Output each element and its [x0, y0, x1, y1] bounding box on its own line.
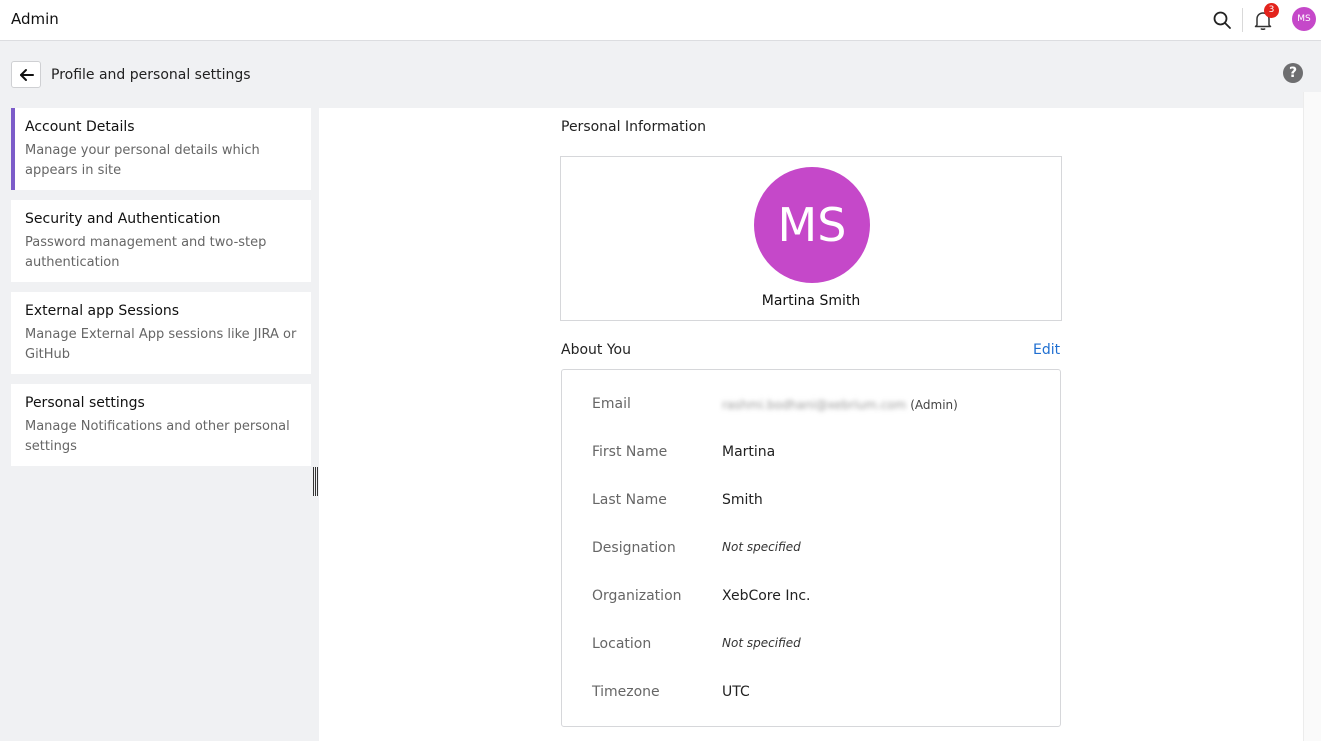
search-icon[interactable]	[1211, 9, 1233, 31]
designation-value: Not specified	[722, 540, 801, 554]
location-label: Location	[592, 636, 652, 652]
sidebar-item-title: External app Sessions	[25, 303, 180, 319]
about-card: Email rashmi.bodhani@xebrium.com (Admin) …	[561, 369, 1061, 727]
scrollbar[interactable]	[1303, 92, 1321, 741]
sidebar-item-description: Manage Notifications and other personal …	[25, 419, 290, 454]
first-name-label: First Name	[592, 444, 668, 460]
edit-link[interactable]: Edit	[1033, 342, 1060, 358]
sidebar-item-description: Manage your personal details which appea…	[25, 143, 260, 178]
sidebar-item-external-sessions[interactable]: External app Sessions Manage External Ap…	[11, 292, 311, 374]
email-value: rashmi.bodhani@xebrium.com (Admin)	[722, 397, 958, 413]
organization-value: XebCore Inc.	[722, 588, 811, 604]
profile-avatar: MS	[754, 167, 870, 283]
app-title: Admin	[11, 10, 59, 28]
profile-name: Martina Smith	[761, 293, 861, 309]
user-avatar[interactable]: MS	[1292, 7, 1316, 31]
header-divider	[1242, 8, 1243, 32]
help-icon[interactable]: ?	[1283, 63, 1303, 83]
timezone-label: Timezone	[592, 684, 660, 700]
page-title: Profile and personal settings	[51, 67, 251, 83]
sidebar-item-title: Account Details	[25, 119, 135, 135]
last-name-label: Last Name	[592, 492, 667, 508]
sidebar-item-description: Manage External App sessions like JIRA o…	[25, 327, 297, 362]
sidebar-item-personal-settings[interactable]: Personal settings Manage Notifications a…	[11, 384, 311, 466]
sidebar-item-title: Security and Authentication	[25, 211, 221, 227]
sidebar-item-title: Personal settings	[25, 395, 145, 411]
location-value: Not specified	[722, 636, 801, 650]
top-bar: Admin 3 MS	[0, 0, 1321, 41]
profile-card: MS Martina Smith	[560, 156, 1062, 321]
timezone-value: UTC	[722, 684, 750, 700]
last-name-value: Smith	[722, 492, 763, 508]
organization-label: Organization	[592, 588, 682, 604]
email-label: Email	[592, 396, 631, 412]
back-button[interactable]	[11, 61, 41, 88]
role-tag: (Admin)	[910, 398, 958, 412]
sidebar-item-account-details[interactable]: Account Details Manage your personal det…	[11, 108, 311, 190]
sidebar-item-security[interactable]: Security and Authentication Password man…	[11, 200, 311, 282]
arrow-left-icon	[20, 69, 34, 81]
email-address: rashmi.bodhani@xebrium.com	[722, 398, 907, 412]
designation-label: Designation	[592, 540, 676, 556]
about-you-heading: About You	[561, 342, 631, 358]
sidebar-item-description: Password management and two-step authent…	[25, 235, 267, 270]
notification-badge: 3	[1264, 3, 1279, 18]
personal-information-heading: Personal Information	[561, 119, 707, 135]
first-name-value: Martina	[722, 444, 776, 460]
